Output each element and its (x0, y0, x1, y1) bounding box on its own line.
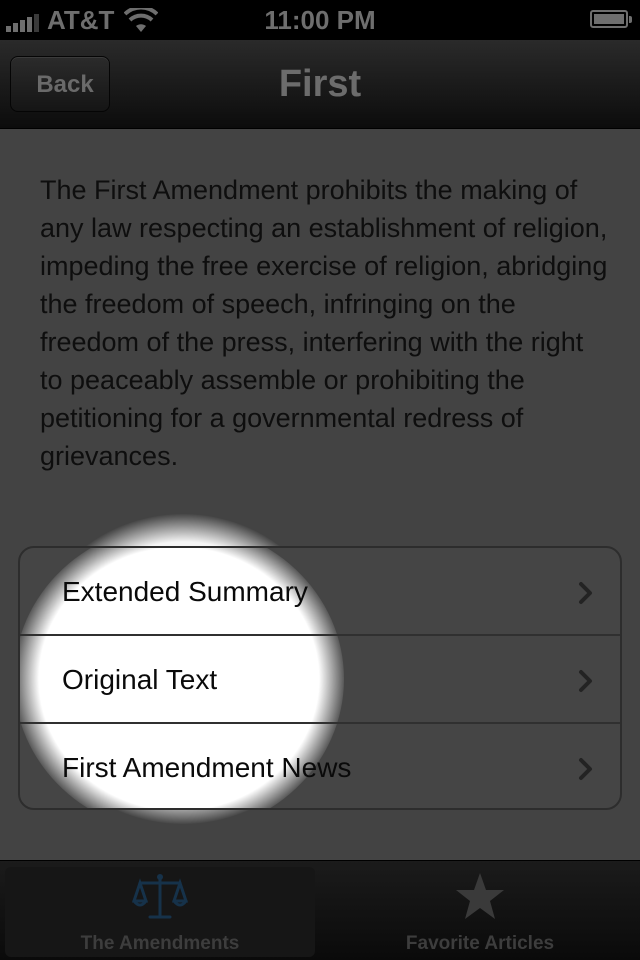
navigation-bar: First Back (0, 40, 640, 129)
back-button[interactable]: Back (10, 56, 110, 112)
menu-list: Extended Summary Original Text First Ame… (18, 546, 622, 810)
tab-label: Favorite Articles (405, 933, 555, 954)
tab-label: The Amendments (80, 933, 240, 954)
menu-item-label: First Amendment News (62, 752, 352, 783)
amendment-description: The First Amendment prohibits the making… (40, 175, 608, 471)
chevron-right-icon (579, 582, 592, 604)
scales-icon (132, 874, 188, 919)
screen: AT&T 11:00 PM First Back The First Amend… (0, 0, 640, 960)
status-bar: AT&T 11:00 PM (0, 0, 640, 40)
status-time: 11:00 PM (264, 5, 376, 35)
tab-bar: The Amendments Favorite Articles (0, 860, 640, 960)
tab-favorite-articles[interactable]: Favorite Articles (325, 867, 635, 957)
battery-icon (590, 10, 632, 28)
back-button-label: Back (36, 71, 94, 98)
chevron-right-icon (579, 670, 592, 692)
tab-the-amendments[interactable]: The Amendments (5, 867, 315, 957)
menu-item-original-text[interactable]: Original Text (20, 636, 620, 724)
menu-item-first-amendment-news[interactable]: First Amendment News (20, 724, 620, 808)
chevron-right-icon (579, 758, 592, 780)
content-area: The First Amendment prohibits the making… (0, 129, 640, 860)
menu-item-extended-summary[interactable]: Extended Summary (20, 548, 620, 636)
menu-item-label: Original Text (62, 664, 218, 695)
menu-item-label: Extended Summary (62, 576, 308, 607)
star-icon (456, 873, 504, 919)
